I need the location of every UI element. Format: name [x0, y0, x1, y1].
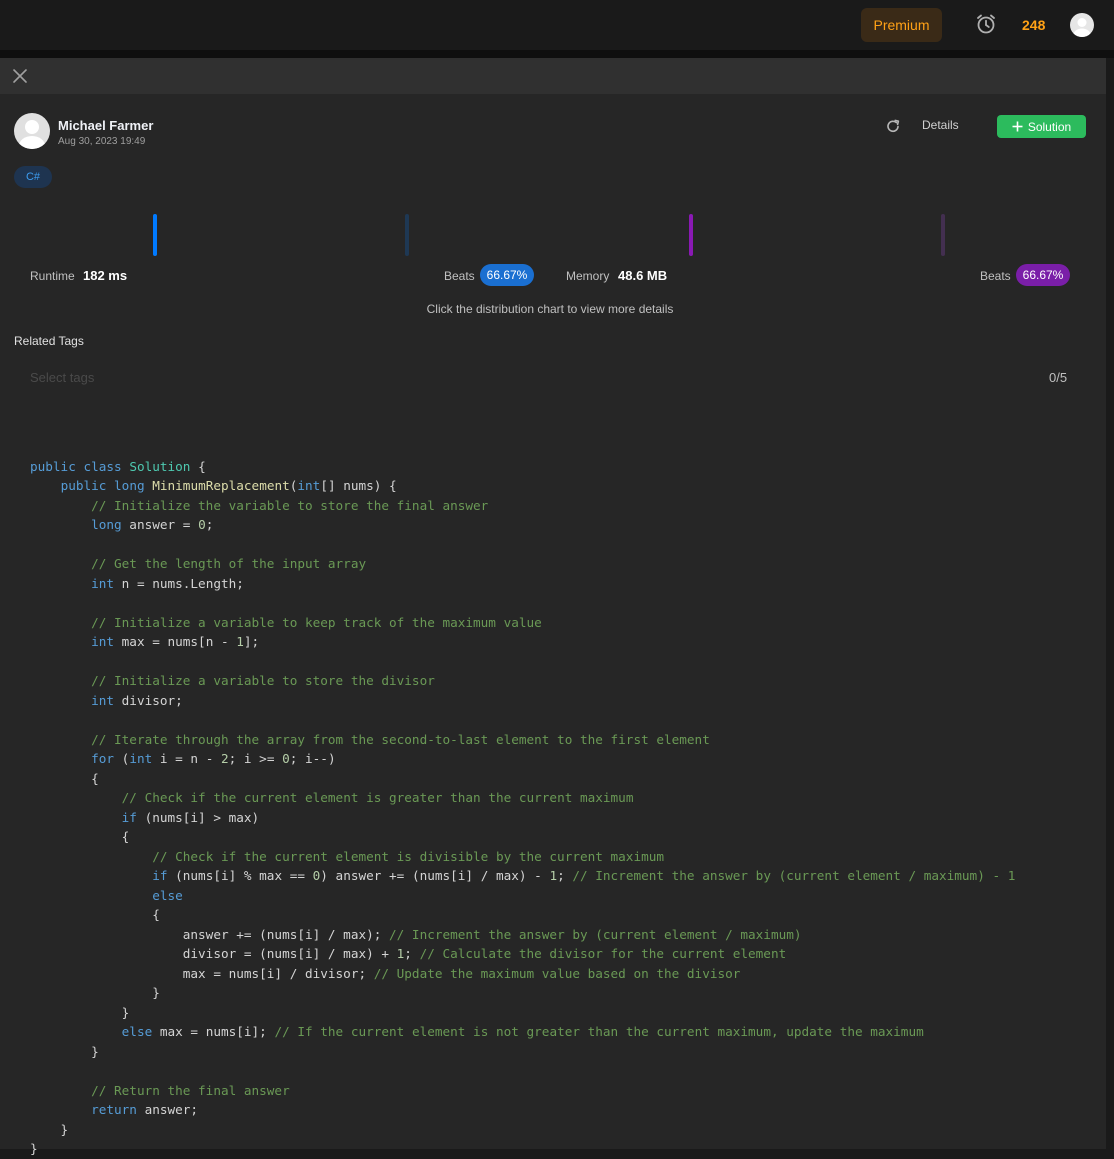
code-line: long answer = 0; — [91, 517, 214, 532]
code-line: int max = nums[n - 1]; — [91, 634, 260, 649]
code-block[interactable]: ​public class Solution { public long Min… — [30, 437, 1015, 1159]
alarm-clock-icon[interactable] — [975, 13, 997, 35]
code-line: for (int i = n - 2; i >= 0; i--) — [91, 751, 336, 766]
code-line: ​ — [30, 593, 1015, 613]
code-line: // Iterate through the array from the se… — [91, 731, 710, 747]
memory-chart-bar[interactable] — [689, 214, 693, 256]
code-line: else — [152, 887, 183, 903]
code-line: // Initialize a variable to keep track o… — [91, 614, 542, 630]
code-line: // Initialize the variable to store the … — [91, 497, 489, 513]
code-line: ​ — [30, 710, 1015, 730]
code-line: { — [30, 770, 99, 786]
code-line: public class Solution { — [30, 458, 206, 474]
refresh-icon[interactable] — [885, 118, 901, 134]
code-line: } — [30, 1043, 99, 1059]
code-line: { — [30, 907, 160, 922]
code-line: // Initialize a variable to store the di… — [91, 673, 435, 688]
code-line: public long MinimumReplacement(int[] num… — [60, 478, 397, 493]
runtime-chart-bar[interactable] — [405, 214, 409, 256]
tag-count: 0/5 — [1049, 370, 1068, 385]
code-line: ​ — [30, 437, 1015, 457]
code-line: // Return the final answer — [91, 1082, 290, 1098]
related-tags-title: Related Tags — [14, 334, 84, 348]
runtime-chart-bar[interactable] — [153, 214, 157, 256]
code-line: ​ — [30, 1061, 1015, 1081]
submission-panel: Michael Farmer Aug 30, 2023 19:49 Detail… — [0, 58, 1106, 1156]
code-line: divisor = (nums[i] / max) + 1; // Calcul… — [30, 946, 787, 961]
premium-button[interactable]: Premium — [861, 8, 942, 42]
code-line: if (nums[i] % max == 0) answer += (nums[… — [152, 868, 1016, 883]
close-icon[interactable] — [12, 68, 28, 84]
code-line: // Check if the current element is divis… — [152, 848, 664, 864]
memory-label: Memory — [566, 269, 610, 283]
top-nav-bar: Premium 248 — [0, 0, 1114, 51]
code-line: int n = nums.Length; — [91, 575, 244, 591]
runtime-beats-label: Beats — [444, 269, 475, 283]
solution-button-label: Solution — [1027, 119, 1072, 134]
memory-chart-bar[interactable] — [941, 214, 945, 256]
code-line: // Get the length of the input array — [91, 556, 367, 571]
code-line: return answer; — [91, 1102, 199, 1117]
user-avatar-icon[interactable] — [1070, 13, 1094, 37]
author-name[interactable]: Michael Farmer — [58, 118, 153, 133]
code-line: } — [30, 1004, 130, 1020]
chart-hint-text: Click the distribution chart to view mor… — [426, 302, 674, 316]
code-line: max = nums[i] / divisor; // Update the m… — [30, 965, 741, 981]
code-line: } — [30, 985, 160, 1000]
code-line: else max = nums[i]; // If the current el… — [121, 1024, 924, 1039]
streak-count[interactable]: 248 — [1022, 17, 1045, 33]
language-tag[interactable]: C# — [14, 166, 52, 188]
submission-date: Aug 30, 2023 19:49 — [58, 136, 146, 147]
memory-beats-label: Beats — [980, 269, 1011, 283]
code-line: ​ — [30, 535, 1015, 555]
code-line: int divisor; — [91, 692, 183, 708]
memory-beats-badge: 66.67% — [1016, 264, 1070, 286]
panel-header — [0, 58, 1106, 94]
divider-strip — [0, 50, 1114, 58]
details-button[interactable]: Details — [922, 118, 959, 132]
select-tags-input[interactable]: Select tags — [30, 370, 94, 385]
code-line: if (nums[i] > max) — [121, 809, 260, 825]
code-line: ​ — [30, 652, 1015, 672]
runtime-label: Runtime — [30, 269, 75, 283]
code-line: } — [30, 1121, 69, 1137]
code-line: { — [30, 829, 130, 844]
runtime-value: 182 ms — [83, 268, 128, 283]
memory-value: 48.6 MB — [618, 268, 668, 283]
plus-icon — [1012, 121, 1023, 132]
code-line: // Check if the current element is great… — [121, 790, 634, 805]
code-line: answer += (nums[i] / max); // Increment … — [30, 926, 802, 942]
runtime-beats-badge: 66.67% — [480, 264, 534, 286]
add-solution-button[interactable]: Solution — [997, 115, 1086, 138]
author-avatar[interactable] — [14, 113, 50, 149]
